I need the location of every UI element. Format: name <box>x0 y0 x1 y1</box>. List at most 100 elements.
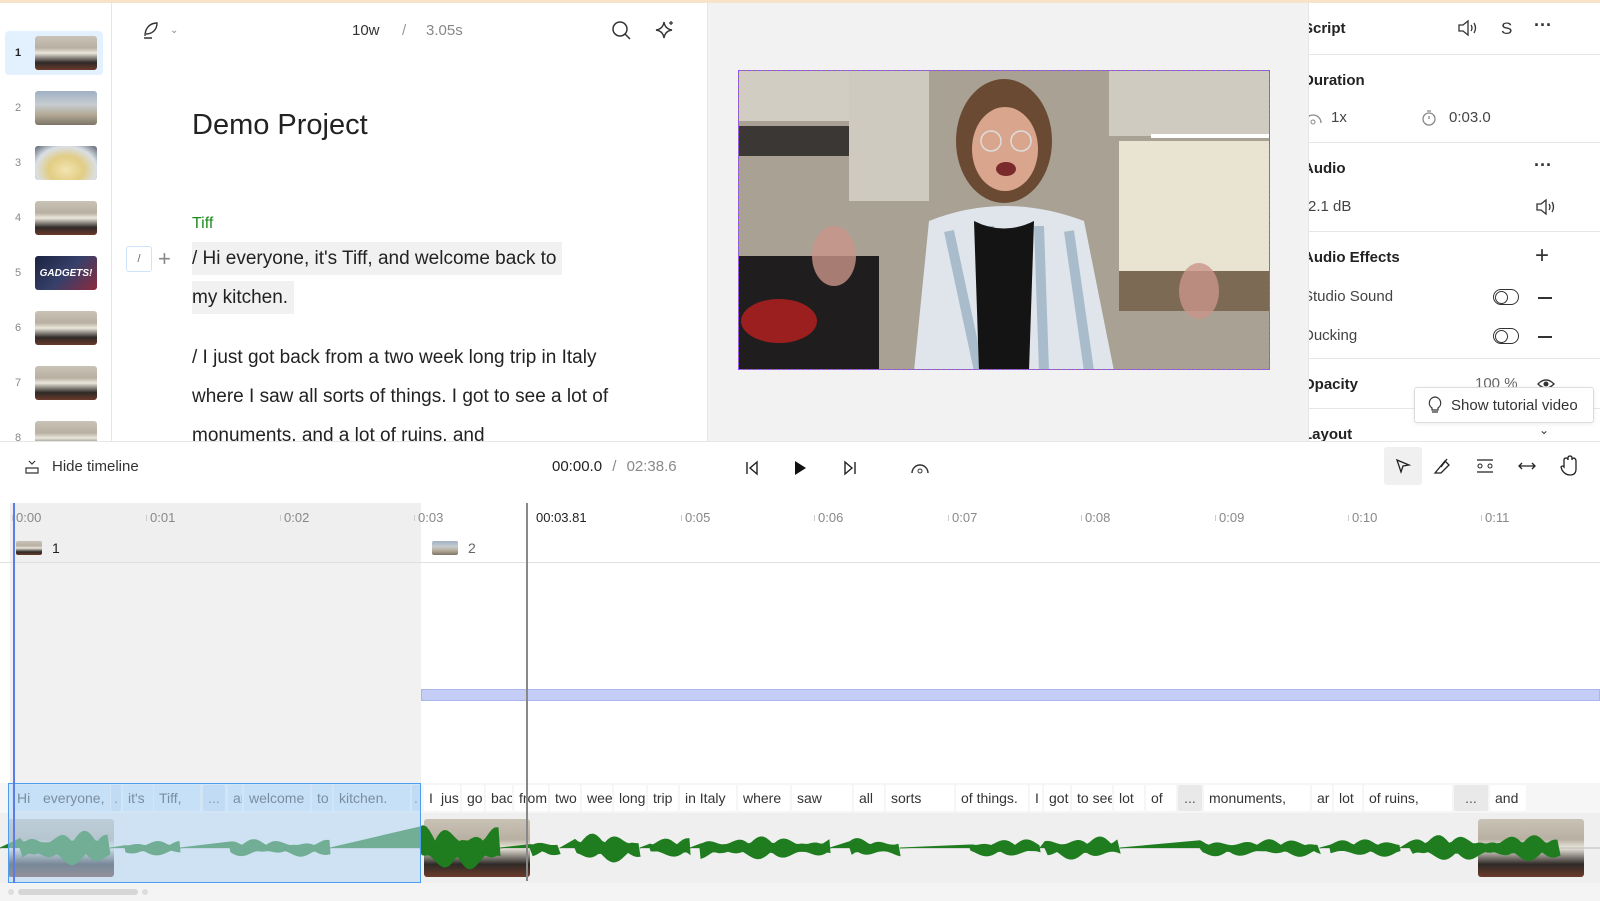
blade-tool[interactable] <box>1424 447 1462 485</box>
audio-more-icon[interactable]: ··· <box>1534 155 1552 176</box>
gap-tool[interactable] <box>1466 447 1504 485</box>
word-chip[interactable]: saw <box>792 785 852 811</box>
ruler-tick: 0:02 <box>279 510 310 525</box>
add-block-button[interactable]: + <box>158 246 171 272</box>
stretch-tool[interactable] <box>1508 447 1546 485</box>
hand-tool[interactable] <box>1550 447 1588 485</box>
ducking-toggle[interactable] <box>1493 328 1519 344</box>
scene-thumbnail <box>35 36 97 70</box>
ruler-tick: 0:08 <box>1080 510 1111 525</box>
scene-thumbnail <box>35 91 97 125</box>
ruler-tick: 0:11 <box>1480 510 1510 525</box>
scene-item-4[interactable]: 4 <box>5 196 103 240</box>
pen-icon[interactable] <box>140 19 162 41</box>
add-effect-icon[interactable]: + <box>1535 242 1549 270</box>
studio-sound-toggle[interactable] <box>1493 289 1519 305</box>
speaker-label[interactable]: Tiff <box>192 215 213 233</box>
scene-number: 3 <box>14 157 22 169</box>
scene-thumbnail <box>35 201 97 235</box>
word-chip[interactable]: got <box>1044 785 1070 811</box>
scrollbar-thumb[interactable] <box>18 889 138 895</box>
project-title[interactable]: Demo Project <box>192 109 368 142</box>
word-chip[interactable]: two <box>550 785 580 811</box>
script-paragraph-2[interactable]: / I just got back from a two week long t… <box>192 338 622 441</box>
word-chip[interactable]: bac <box>486 785 512 811</box>
word-chip[interactable]: of things. <box>956 785 1028 811</box>
word-chip[interactable]: in Italy <box>680 785 736 811</box>
timeline-track-area <box>0 563 1600 783</box>
word-gap[interactable]: ... <box>1454 785 1488 811</box>
word-chip[interactable]: wee <box>582 785 612 811</box>
script-paragraph-1[interactable]: / Hi everyone, it's Tiff, and welcome ba… <box>192 239 612 317</box>
play-button[interactable] <box>784 452 816 484</box>
studio-sound-label: Studio Sound <box>1308 288 1394 305</box>
video-frame[interactable] <box>738 70 1270 370</box>
eraser-pen-icon <box>1433 458 1450 474</box>
scene-item-2[interactable]: 2 <box>5 86 103 130</box>
slash-command-button[interactable]: / <box>126 246 152 272</box>
word-chip[interactable]: where <box>738 785 790 811</box>
script-s-button[interactable]: S <box>1501 19 1512 39</box>
hide-timeline-button[interactable]: Hide timeline <box>24 458 139 475</box>
word-chip[interactable]: of ruins, <box>1364 785 1452 811</box>
scene-number: 8 <box>14 432 22 441</box>
sparkle-icon[interactable] <box>654 19 676 41</box>
chevron-down-icon[interactable]: ⌄ <box>170 25 178 36</box>
word-chip[interactable]: I <box>424 785 436 811</box>
word-chip[interactable]: trip <box>648 785 678 811</box>
word-chip[interactable]: lot <box>1114 785 1144 811</box>
overlay-track-bar[interactable] <box>421 689 1600 701</box>
video-scene-illustration <box>739 71 1269 369</box>
scene-item-6[interactable]: 6 <box>5 306 103 350</box>
volume-icon[interactable] <box>1535 198 1557 216</box>
scene-item-8[interactable]: 8 <box>5 416 103 441</box>
horizontal-scrollbar[interactable] <box>0 883 1600 901</box>
tutorial-tooltip[interactable]: Show tutorial video <box>1414 387 1594 423</box>
ruler-tick: 0:06 <box>813 510 844 525</box>
word-chip[interactable]: from <box>514 785 548 811</box>
ruler-tick: 0:09 <box>1214 510 1245 525</box>
word-chip[interactable]: sorts <box>886 785 954 811</box>
word-chip[interactable]: long <box>614 785 646 811</box>
scene-item-1[interactable]: 1 <box>5 31 103 75</box>
playback-speed-button[interactable] <box>904 452 936 484</box>
scene-item-5[interactable]: 5 GADGETS! <box>5 251 103 295</box>
more-options-icon[interactable]: ··· <box>1534 15 1552 36</box>
word-chip[interactable]: jus <box>436 785 460 811</box>
layout-chevron-icon[interactable]: ⌄ <box>1539 423 1549 437</box>
timecode: 00:00.0 / 02:38.6 <box>552 458 677 475</box>
word-chip[interactable]: and <box>1490 785 1526 811</box>
word-chip[interactable]: lot <box>1334 785 1362 811</box>
word-chip[interactable]: monuments, <box>1204 785 1310 811</box>
skip-back-button[interactable] <box>736 452 768 484</box>
scene-tag-1[interactable]: 1 <box>16 540 60 556</box>
timeline-ruler[interactable]: 00:03.81 0:00 0:01 0:02 0:03 0:05 0:06 0:07 0:0… <box>0 503 1600 563</box>
selected-clip[interactable] <box>8 783 421 883</box>
playhead[interactable] <box>526 503 528 881</box>
scene-tag-2[interactable]: 2 <box>432 540 476 556</box>
cursor-arrow-icon <box>1395 458 1412 475</box>
duration-value[interactable]: 0:03.0 <box>1449 109 1491 126</box>
scroll-dot <box>8 889 14 895</box>
word-gap[interactable]: ... <box>1178 785 1202 811</box>
audio-effects-section: Audio Effects + Studio Sound Ducking <box>1309 232 1600 359</box>
skip-forward-icon <box>844 460 856 476</box>
remove-ducking-icon[interactable] <box>1538 336 1552 338</box>
speed-value[interactable]: 1x <box>1331 109 1347 126</box>
scene-item-3[interactable]: 3 <box>5 141 103 185</box>
word-chip[interactable]: all <box>854 785 884 811</box>
skip-forward-button[interactable] <box>834 452 866 484</box>
hide-timeline-label: Hide timeline <box>52 458 139 475</box>
select-tool[interactable] <box>1384 447 1422 485</box>
word-chip[interactable]: of <box>1146 785 1176 811</box>
word-chip[interactable]: to see <box>1072 785 1112 811</box>
scene-item-7[interactable]: 7 <box>5 361 103 405</box>
layout-label[interactable]: Layout <box>1309 426 1352 441</box>
speaker-icon[interactable] <box>1457 19 1479 37</box>
audio-gain-value[interactable]: -2.1 dB <box>1309 198 1351 215</box>
remove-studio-sound-icon[interactable] <box>1538 297 1552 299</box>
search-icon[interactable] <box>610 19 632 41</box>
word-chip[interactable]: I <box>1030 785 1042 811</box>
word-chip[interactable]: go <box>462 785 484 811</box>
word-chip[interactable]: ar <box>1312 785 1332 811</box>
